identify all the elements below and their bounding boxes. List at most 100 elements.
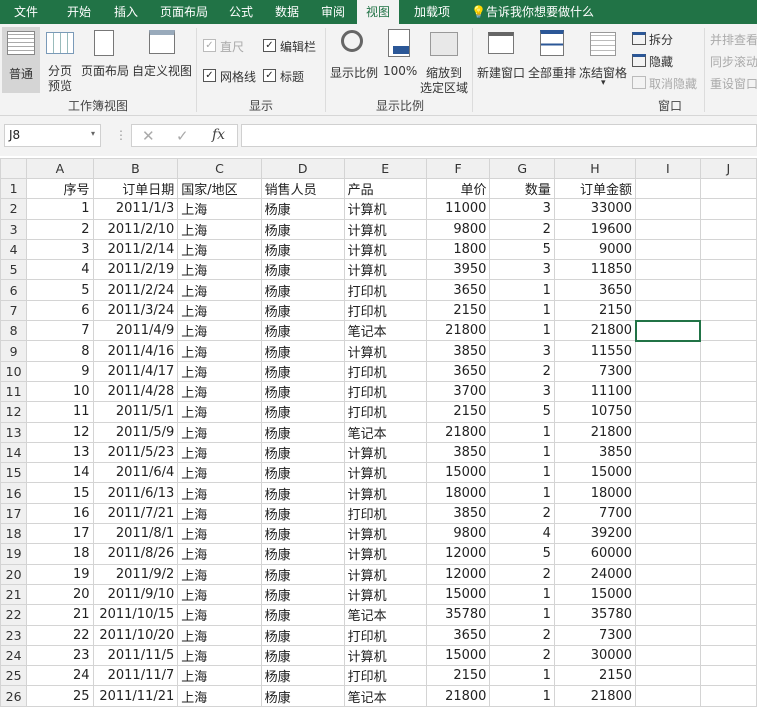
cell[interactable] [699, 218, 757, 240]
cell[interactable]: 1 [489, 441, 555, 464]
cell[interactable]: 杨康 [260, 583, 345, 606]
cell[interactable]: 计算机 [343, 583, 427, 606]
cell[interactable]: 杨康 [260, 563, 345, 585]
cell[interactable]: 2150 [553, 299, 637, 322]
drag-handle-icon[interactable]: ⋮ [115, 128, 127, 142]
column-header-A[interactable]: A [26, 158, 94, 179]
cell[interactable]: 11850 [553, 259, 637, 281]
cell[interactable]: 3850 [425, 340, 491, 362]
cell[interactable]: 1 [489, 482, 555, 504]
cell[interactable] [699, 360, 757, 382]
cell[interactable]: 33000 [553, 198, 637, 220]
cell[interactable]: 39200 [553, 523, 637, 545]
cell[interactable] [635, 360, 701, 382]
cell[interactable]: 杨康 [260, 360, 345, 382]
cell[interactable]: 6 [26, 299, 94, 322]
cell[interactable] [635, 380, 701, 403]
formula-bar-checkbox[interactable]: ✓ [263, 39, 276, 52]
cell[interactable]: 3850 [425, 441, 491, 464]
view-side-by-side-button[interactable]: 并排查看 [710, 31, 757, 48]
cell[interactable] [699, 583, 757, 606]
cell[interactable] [699, 543, 757, 565]
cell[interactable]: 计算机 [343, 462, 427, 484]
cell[interactable]: 5 [489, 238, 555, 261]
cell[interactable] [699, 380, 757, 403]
cell[interactable]: 60000 [553, 543, 637, 565]
cell[interactable]: 15000 [425, 462, 491, 484]
page-layout-button[interactable]: 页面布局 [81, 62, 129, 79]
row-header[interactable]: 25 [0, 665, 28, 687]
cell[interactable]: 笔记本 [343, 421, 427, 443]
select-all-button[interactable] [0, 158, 28, 179]
cell[interactable]: 3 [489, 259, 555, 281]
tab-addins[interactable]: 加载项 [414, 3, 450, 20]
cell[interactable]: 18 [26, 543, 94, 565]
insert-function-icon[interactable]: fx [212, 127, 225, 143]
row-header[interactable]: 24 [0, 644, 28, 667]
cell[interactable] [635, 177, 701, 200]
cell[interactable]: 2011/4/9 [92, 320, 179, 342]
tab-data[interactable]: 数据 [275, 3, 299, 20]
cell[interactable]: 12000 [425, 563, 491, 585]
cell[interactable]: 杨康 [260, 198, 345, 220]
cell[interactable]: 上海 [177, 320, 262, 342]
cell[interactable] [699, 462, 757, 484]
row-header[interactable]: 21 [0, 583, 28, 606]
cell[interactable] [699, 441, 757, 464]
cell[interactable]: 杨康 [260, 482, 345, 504]
cell[interactable]: 3650 [425, 279, 491, 301]
normal-view-button[interactable]: 普通 [2, 27, 40, 93]
cell[interactable] [635, 421, 701, 443]
cell[interactable]: 计算机 [343, 482, 427, 504]
header-cell[interactable]: 订单金额 [553, 177, 637, 200]
column-header-I[interactable]: I [635, 158, 701, 179]
cell[interactable]: 2011/9/10 [92, 583, 179, 606]
cell[interactable]: 计算机 [343, 523, 427, 545]
cell[interactable]: 2011/7/21 [92, 502, 179, 525]
cell[interactable]: 2011/2/14 [92, 238, 179, 261]
cell[interactable]: 打印机 [343, 624, 427, 646]
cell[interactable]: 9800 [425, 523, 491, 545]
cell[interactable]: 21800 [425, 421, 491, 443]
cell[interactable]: 2 [489, 218, 555, 240]
cell[interactable] [699, 502, 757, 525]
cell[interactable]: 2150 [553, 665, 637, 687]
cell[interactable]: 15000 [553, 583, 637, 606]
row-header[interactable]: 18 [0, 523, 28, 545]
cell[interactable]: 计算机 [343, 198, 427, 220]
cell[interactable]: 上海 [177, 259, 262, 281]
split-button[interactable]: 拆分 [649, 31, 673, 48]
cell[interactable]: 21800 [553, 320, 637, 342]
cell[interactable]: 10 [26, 380, 94, 403]
cell[interactable] [635, 624, 701, 646]
cell[interactable]: 杨康 [260, 502, 345, 525]
cell[interactable] [635, 238, 701, 261]
cell[interactable]: 上海 [177, 665, 262, 687]
headings-checkbox[interactable]: ✓ [263, 69, 276, 82]
cell[interactable]: 上海 [177, 462, 262, 484]
cell[interactable]: 1 [489, 462, 555, 484]
cell[interactable]: 2011/11/5 [92, 644, 179, 667]
synchronous-scrolling-button[interactable]: 同步滚动 [710, 53, 757, 70]
cell[interactable]: 2 [489, 563, 555, 585]
cell[interactable] [699, 624, 757, 646]
cell[interactable]: 杨康 [260, 320, 345, 342]
cell[interactable] [699, 238, 757, 261]
cell[interactable]: 24 [26, 665, 94, 687]
cell[interactable]: 2011/2/19 [92, 259, 179, 281]
cell[interactable]: 1 [489, 299, 555, 322]
tab-review[interactable]: 审阅 [321, 3, 345, 20]
cell[interactable] [635, 198, 701, 220]
row-header[interactable]: 4 [0, 238, 28, 261]
cell[interactable]: 上海 [177, 502, 262, 525]
cell[interactable]: 2150 [425, 401, 491, 423]
tab-file[interactable]: 文件 [14, 3, 38, 20]
cell[interactable] [635, 523, 701, 545]
cell[interactable]: 打印机 [343, 279, 427, 301]
row-header[interactable]: 7 [0, 299, 28, 322]
tell-me-search[interactable]: 💡告诉我你想要做什么 [471, 3, 594, 20]
cell[interactable]: 上海 [177, 218, 262, 240]
cell[interactable] [635, 441, 701, 464]
cell[interactable]: 计算机 [343, 218, 427, 240]
cell[interactable]: 4 [26, 259, 94, 281]
